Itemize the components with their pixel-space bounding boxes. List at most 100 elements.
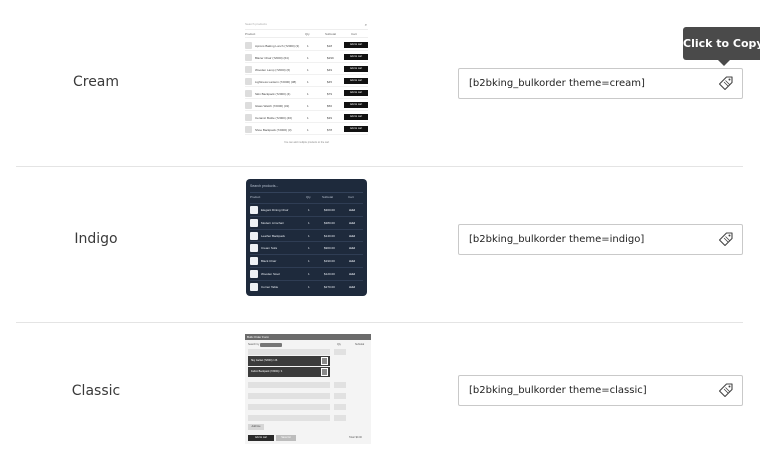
preview-add-to-cart-button: Add to cart	[344, 102, 368, 108]
preview-product-row: Leather Backpack 1 $140.00 Add	[250, 228, 363, 241]
preview-product-subtotal: $49	[327, 68, 333, 72]
preview-product-qty: 1	[307, 128, 309, 132]
preview-product-name: Elegant Dining Chair	[261, 208, 289, 212]
preview-product-name: Wooden Stool	[261, 272, 280, 276]
preview-product-name: Modern Armchair	[261, 220, 284, 225]
preview-product-qty: 1	[308, 220, 310, 225]
preview-product-name: Leather Backpack	[261, 233, 286, 238]
shortcode-field-cream[interactable]: [b2bking_bulkorder theme=cream]	[458, 68, 743, 99]
copy-tag-icon[interactable]	[718, 229, 733, 247]
preview-column-header: Qty	[337, 343, 341, 346]
preview-product-qty: 1	[307, 80, 309, 84]
preview-column-header: Qty	[306, 195, 311, 199]
preview-product-subtotal: $79	[327, 92, 333, 96]
theme-name: Classic	[71, 383, 121, 399]
preview-qty-input	[334, 404, 346, 410]
preview-product-name: Black Chair	[261, 259, 277, 264]
preview-product-name: Wooden Lamp (72000) (6)	[255, 68, 291, 72]
preview-column-header: Subtotal	[322, 195, 334, 199]
preview-column-header: Product	[250, 195, 261, 199]
preview-total: Total: $0.00	[349, 436, 362, 439]
preview-product-qty: 1	[307, 56, 309, 60]
product-thumbnail	[245, 114, 252, 121]
theme-name: Indigo	[74, 231, 118, 247]
preview-product-qty: 1	[307, 68, 309, 72]
classic-theme-preview: Bulk Order Form Search by Qty Subtotal S…	[245, 334, 371, 444]
copy-tag-icon[interactable]	[718, 380, 733, 398]
preview-product-qty: 1	[308, 272, 310, 276]
preview-product-name: Cream Sofa	[261, 246, 278, 251]
product-thumbnail	[245, 102, 252, 109]
product-thumbnail	[250, 282, 258, 291]
preview-product-row: Cream Sofa 1 $900.00 Add	[250, 241, 363, 253]
preview-product-subtotal: $190.00	[324, 259, 335, 264]
preview-product-qty: 1	[308, 208, 310, 212]
preview-add-to-cart-button: Add to cart	[344, 90, 368, 96]
preview-product-name: Blazer Chair (72000) (64)	[255, 56, 289, 60]
product-thumbnail	[245, 126, 252, 133]
preview-product-row: Aprons Baking Lunch (72000) (3) 1 $18 Add t…	[245, 40, 368, 51]
preview-add-button: Add	[349, 272, 355, 276]
preview-product-row: Corner Table 1 $270.00 Add	[250, 279, 363, 292]
cream-theme-preview: Search products ⌕ Product Qty Subtotal C…	[241, 18, 372, 147]
preview-result-item: Fabric Backpack (72000) / 4	[248, 367, 330, 377]
preview-table-header: Product Qty Subtotal Cart	[245, 32, 368, 38]
preview-qty-input	[334, 382, 346, 388]
preview-product-subtotal: $78	[327, 128, 333, 132]
indigo-theme-preview: Search products... Product Qty Subtotal …	[246, 179, 367, 296]
shortcode-text: [b2bking_bulkorder theme=indigo]	[469, 234, 645, 245]
shortcode-field-classic[interactable]: [b2bking_bulkorder theme=classic]	[458, 375, 743, 406]
product-thumbnail	[321, 368, 328, 376]
preview-product-name: Glass Watch (72000) (32)	[255, 104, 290, 108]
preview-product-row: Glass Watch (72000) (32) 1 $56 Add to cart	[245, 100, 368, 111]
preview-add-button: Add	[349, 233, 355, 238]
preview-qty-input	[334, 415, 346, 421]
preview-header-bar: Bulk Order Form	[245, 334, 371, 340]
preview-product-name: Ceramic Bottle (72000) (46)	[255, 116, 293, 120]
preview-column-header: Subtotal	[325, 32, 337, 36]
preview-footer-note: You can add multiple products to the car…	[283, 141, 330, 144]
product-thumbnail	[250, 270, 258, 278]
product-thumbnail	[250, 206, 258, 214]
preview-product-row: Wooden Lamp (72000) (6) 1 $49 Add to cart	[245, 64, 368, 75]
preview-product-subtotal: $120.00	[324, 272, 335, 276]
preview-product-row: Blazer Chair (72000) (64) 1 $299 Add to car…	[245, 52, 368, 63]
product-thumbnail	[245, 90, 252, 97]
preview-product-subtotal: $299	[327, 56, 334, 60]
preview-result-item: Sky Jacket (72000) / 26	[248, 356, 330, 366]
preview-result-name: Sky Jacket (72000) / 26	[251, 359, 278, 362]
preview-product-qty: 1	[308, 259, 310, 264]
preview-product-qty: 1	[308, 246, 310, 251]
preview-product-name: Corner Table	[261, 284, 279, 289]
preview-product-qty: 1	[308, 284, 310, 289]
shortcode-text: [b2bking_bulkorder theme=cream]	[469, 78, 645, 89]
theme-row-cream: Cream Search products ⌕ Product Qty Subt…	[0, 0, 760, 166]
preview-product-row: Black Chair 1 $190.00 Add	[250, 254, 363, 266]
preview-add-button: Add	[349, 208, 355, 212]
preview-product-qty: 1	[307, 104, 309, 108]
product-thumbnail	[250, 231, 258, 240]
product-thumbnail	[250, 244, 258, 253]
preview-add-to-cart-button: Add to cart	[344, 114, 368, 120]
preview-add-to-cart-button: Add to cart	[344, 78, 368, 84]
preview-add-to-cart-button: Add to cart	[344, 42, 368, 48]
preview-add-button: Add	[349, 284, 355, 289]
preview-product-name: Skin Backpack (72000) (4)	[255, 92, 291, 96]
preview-product-subtotal: $380.00	[324, 220, 335, 225]
preview-add-to-cart-button: Add to cart	[344, 54, 368, 60]
copy-tag-icon[interactable]	[718, 73, 733, 91]
preview-add-to-cart-button: Add to cart	[344, 126, 368, 132]
search-icon: ⌕	[364, 22, 367, 27]
preview-line-input	[248, 393, 330, 399]
product-thumbnail	[245, 66, 252, 73]
preview-product-qty: 1	[307, 116, 309, 120]
preview-product-subtotal: $300.00	[324, 208, 335, 212]
preview-product-subtotal: $270.00	[324, 284, 335, 289]
preview-add-line-button: Add line	[248, 424, 264, 430]
shortcode-field-indigo[interactable]: [b2bking_bulkorder theme=indigo]	[458, 224, 743, 255]
preview-search-bar: Search products ⌕	[245, 22, 368, 30]
preview-product-row: Ceramic Bottle (72000) (46) 1 $39 Add to ca…	[245, 112, 368, 123]
preview-product-row: Lightness Lantern (72000) (38) 1 $45 Add to…	[245, 76, 368, 87]
preview-product-subtotal: $39	[327, 116, 333, 120]
preview-column-header: Cart	[348, 195, 354, 199]
